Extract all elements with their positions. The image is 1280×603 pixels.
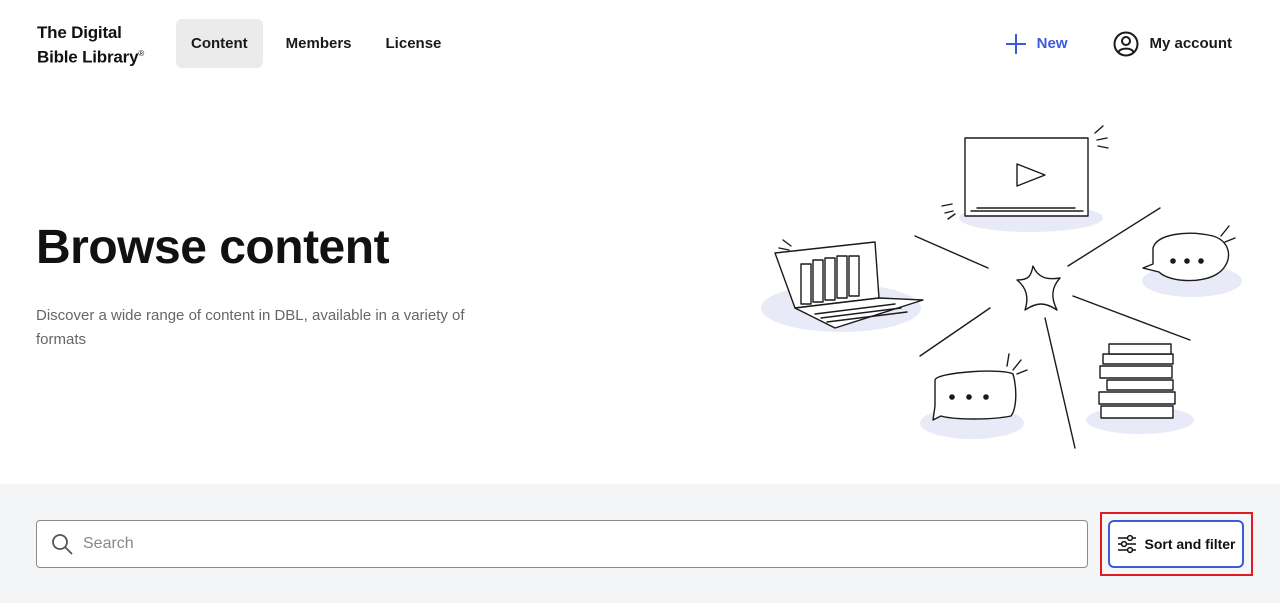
site-logo[interactable]: The Digital Bible Library® <box>37 22 144 68</box>
content-formats-illustration <box>761 125 1242 449</box>
my-account-button[interactable]: My account <box>1113 31 1232 57</box>
user-circle-icon <box>1113 31 1139 56</box>
new-button[interactable]: New <box>1005 33 1068 55</box>
sliders-icon <box>1118 534 1137 554</box>
nav-item-content[interactable]: Content <box>176 19 263 68</box>
nav-item-license[interactable]: License <box>371 19 457 68</box>
search-field[interactable] <box>36 520 1088 568</box>
search-input[interactable] <box>83 535 1043 553</box>
logo-line-2: Bible Library® <box>37 47 145 67</box>
page-title: Browse content <box>36 221 390 274</box>
page-description: Discover a wide range of content in DBL,… <box>36 307 465 348</box>
new-button-label: New <box>1036 35 1068 52</box>
logo-line-1: The Digital <box>37 23 122 42</box>
nav-item-members[interactable]: Members <box>271 19 367 68</box>
search-icon <box>52 534 73 555</box>
header-actions: New My account <box>1005 19 1232 68</box>
sort-and-filter-label: Sort and filter <box>1144 536 1236 552</box>
plus-icon <box>1005 33 1026 54</box>
main-nav: Content Members License <box>176 19 460 68</box>
registered-mark: ® <box>138 49 145 58</box>
sort-and-filter-button[interactable]: Sort and filter <box>1108 520 1244 568</box>
site-header: The Digital Bible Library® Content Membe… <box>0 0 1280 88</box>
my-account-label: My account <box>1149 35 1232 52</box>
